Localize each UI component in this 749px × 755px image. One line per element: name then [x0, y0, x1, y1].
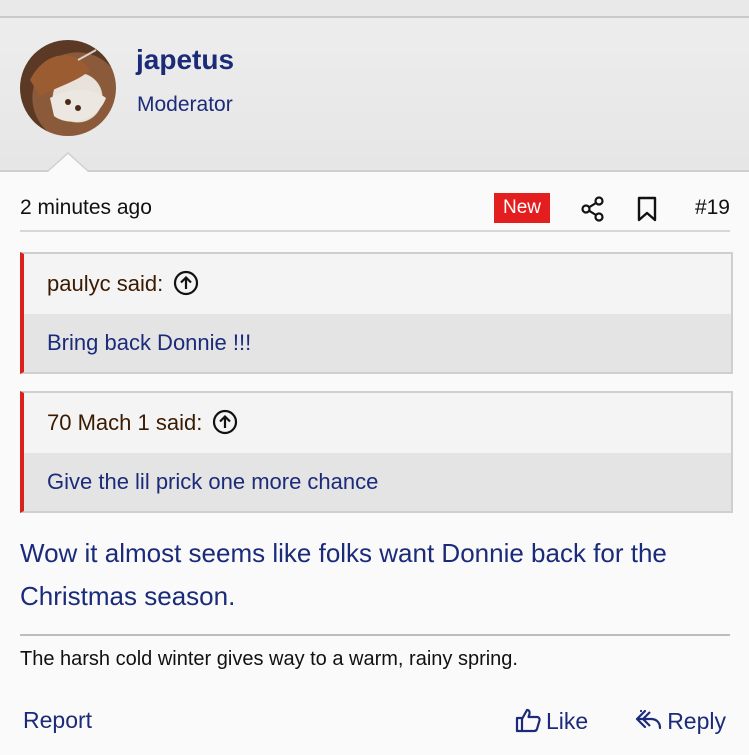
post-actions: Report Like Reply	[20, 700, 730, 744]
quote-author: 70 Mach 1 said:	[47, 410, 203, 435]
quote-header: paulyc said:	[24, 254, 731, 314]
user-pointer-fill	[48, 154, 88, 172]
user-title: Moderator	[137, 93, 233, 116]
quote-block: 70 Mach 1 said: Give the lil prick one m…	[20, 391, 733, 513]
post-timestamp[interactable]: 2 minutes ago	[20, 196, 152, 220]
reply-button[interactable]: Reply	[635, 707, 726, 735]
reply-label: Reply	[667, 708, 726, 734]
quote-header: 70 Mach 1 said:	[24, 393, 731, 453]
post-message: Wow it almost seems like folks want Donn…	[20, 538, 667, 611]
thumbs-up-icon	[515, 708, 541, 733]
share-icon[interactable]	[580, 196, 606, 222]
arrow-up-circle-icon[interactable]	[173, 259, 199, 296]
like-label: Like	[546, 708, 589, 734]
like-button[interactable]: Like	[514, 707, 588, 735]
quote-author: paulyc said:	[47, 271, 164, 296]
new-badge: New	[494, 193, 551, 223]
post-number-link[interactable]: #19	[695, 196, 730, 220]
report-link[interactable]: Report	[23, 707, 92, 734]
quote-text: Give the lil prick one more chance	[24, 453, 731, 511]
quote-block: paulyc said: Bring back Donnie !!!	[20, 252, 733, 374]
avatar-image	[30, 49, 106, 122]
bookmark-icon[interactable]	[635, 195, 659, 223]
user-header: japetus Moderator	[0, 18, 749, 172]
arrow-up-circle-icon[interactable]	[212, 398, 238, 435]
reply-icon	[636, 709, 662, 730]
quote-text: Bring back Donnie !!!	[24, 314, 731, 372]
post-meta: 2 minutes ago New #19	[20, 190, 730, 232]
avatar[interactable]	[20, 40, 116, 136]
username-link[interactable]: japetus	[136, 44, 234, 76]
user-signature: The harsh cold winter gives way to a war…	[20, 634, 730, 671]
top-strip	[0, 0, 749, 18]
